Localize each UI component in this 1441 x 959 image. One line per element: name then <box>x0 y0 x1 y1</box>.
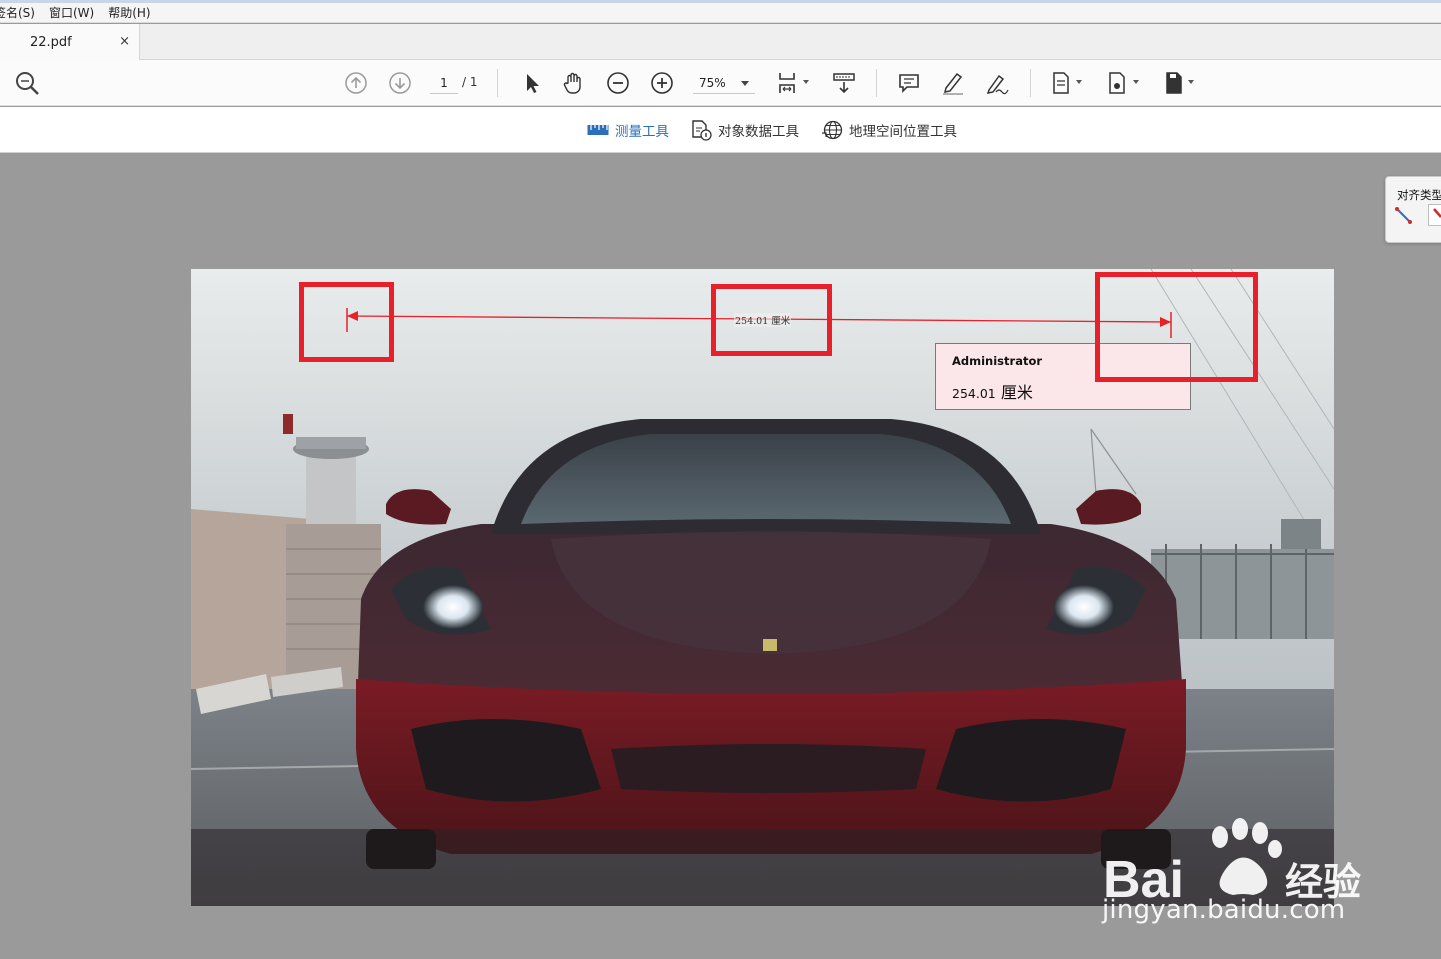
popup-measurement: 254.01 厘米 <box>952 379 1033 403</box>
popup-value-unit: 厘米 <box>1000 383 1033 402</box>
watermark-url: jingyan.baidu.com <box>1102 895 1346 925</box>
highlight-box-start <box>299 282 394 362</box>
highlight-box-end <box>1095 272 1258 382</box>
popup-author: Administrator <box>952 354 1043 368</box>
highlight-box-label <box>711 284 832 356</box>
popup-value-number: 254.01 <box>952 386 996 401</box>
